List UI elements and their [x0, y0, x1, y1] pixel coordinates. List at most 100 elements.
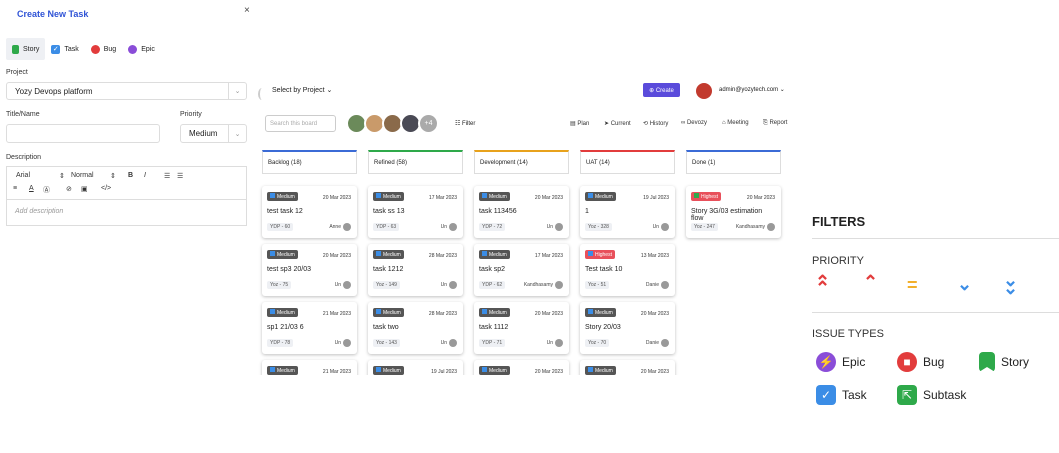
plan-link[interactable]: ▤ Plan — [570, 120, 589, 127]
due-date: 17 Mar 2023 — [428, 195, 457, 201]
task-card[interactable]: Highest 13 Mar 2023 Test task 10 Yoz - 51 Da… — [580, 244, 675, 296]
filter-bug[interactable]: ■ Bug — [897, 352, 944, 372]
task-key: YDP - 62 — [479, 281, 506, 289]
project-select[interactable]: Yozy Devops platform ⌄ — [6, 82, 247, 100]
task-icon — [588, 251, 593, 256]
avatar — [555, 281, 563, 289]
task-card[interactable]: Medium 20 Mar 2023 — [580, 360, 675, 375]
assignee-name: Anne — [329, 224, 341, 230]
link-icon[interactable]: ⊘ — [66, 185, 72, 193]
close-icon[interactable]: × — [244, 5, 250, 16]
task-key: YDP - 78 — [267, 339, 294, 347]
assignee: Kandhasamy — [736, 223, 775, 231]
divider — [812, 238, 1059, 239]
tab-epic[interactable]: Epic — [122, 38, 161, 60]
filter-subtask[interactable]: ⇱ Subtask — [897, 385, 966, 405]
description-editor[interactable]: Arial ⇕ Normal ⇕ B I ☰ ☰ ≡ A Ⓐ ⊘ ▣ </> A… — [6, 166, 247, 226]
board-column: Refined (58) — [368, 150, 463, 174]
badge-label: Medium — [595, 310, 613, 316]
task-card[interactable]: Medium 21 Mar 2023 — [262, 360, 357, 375]
task-card[interactable]: Medium 20 Mar 2023 test sp3 20/03 Yoz - 75 U… — [262, 244, 357, 296]
priority-badge: Highest — [691, 192, 721, 201]
task-card[interactable]: Medium 17 Mar 2023 task sp2 YDP - 62 Kandhas… — [474, 244, 569, 296]
code-icon[interactable]: </> — [101, 185, 111, 192]
task-card[interactable]: Medium 20 Mar 2023 task 1112 YDP - 71 Un — [474, 302, 569, 354]
task-title: task 1112 — [479, 324, 509, 331]
tab-story[interactable]: Story — [6, 38, 46, 60]
more-avatars[interactable]: +4 — [418, 113, 439, 134]
task-card[interactable]: Medium 20 Mar 2023 task 113456 YDP - 72 Un — [474, 186, 569, 238]
text-color-icon[interactable]: A — [29, 185, 34, 192]
kanban-board: Select by Project ⌄ ⊕ Create admin@yozyt… — [258, 0, 805, 375]
column-header: UAT (14) — [580, 150, 675, 174]
assignee-name: Un — [546, 224, 553, 230]
filter-button[interactable]: ☷ Filter — [455, 120, 475, 127]
task-card[interactable]: Medium 28 Mar 2023 task two Yoz - 143 Un — [368, 302, 463, 354]
devozy-link[interactable]: ∞ Devozy — [681, 120, 707, 126]
priority-badge: Medium — [267, 192, 298, 201]
task-card[interactable]: Medium 20 Mar 2023 test task 12 YDP - 60 Ann… — [262, 186, 357, 238]
ordered-list-icon[interactable]: ☰ — [164, 172, 170, 180]
task-key: YDP - 63 — [373, 223, 400, 231]
medium-icon[interactable]: = — [907, 275, 918, 296]
user-menu[interactable]: admin@yozytech.com ⌄ — [719, 86, 785, 93]
task-key: Yoz - 328 — [585, 223, 612, 231]
task-title: Story 20/03 — [585, 324, 621, 331]
assignee-name: Un — [440, 282, 447, 288]
title-input[interactable] — [6, 124, 160, 143]
high-icon[interactable]: ⌃ — [863, 272, 878, 293]
task-card[interactable]: Medium 21 Mar 2023 sp1 21/03 6 YDP - 78 Un — [262, 302, 357, 354]
task-title: task two — [373, 324, 399, 331]
avatar[interactable] — [696, 83, 712, 99]
task-card[interactable]: Medium 28 Mar 2023 task 1212 Yoz - 149 Un — [368, 244, 463, 296]
report-link[interactable]: ⎘ Report — [763, 120, 787, 127]
avatar — [661, 339, 669, 347]
search-input[interactable]: Search this board — [265, 115, 336, 132]
current-link[interactable]: ➤ Current — [604, 120, 631, 127]
priority-badge: Medium — [479, 366, 510, 375]
meeting-link[interactable]: ⌂ Meeting — [722, 120, 749, 126]
task-title: test sp3 20/03 — [267, 266, 311, 273]
history-link[interactable]: ⟲ History — [643, 120, 668, 127]
select-project-dropdown[interactable]: Select by Project ⌄ — [272, 86, 332, 94]
tab-task[interactable]: ✓ Task — [45, 38, 84, 60]
column-header: Refined (58) — [368, 150, 463, 174]
italic-icon[interactable]: I — [144, 172, 146, 179]
tab-bug[interactable]: Bug — [85, 38, 122, 60]
task-card[interactable]: Medium 20 Mar 2023 — [474, 360, 569, 375]
size-select[interactable]: Normal — [71, 172, 94, 179]
image-icon[interactable]: ▣ — [81, 185, 88, 193]
board-column: Backlog (18) — [262, 150, 357, 174]
assignee-name: Kandhasamy — [523, 282, 553, 288]
font-select[interactable]: Arial — [16, 172, 30, 179]
task-card[interactable]: Medium 19 Jul 2023 — [368, 360, 463, 375]
assignee-name: Kandhasamy — [735, 224, 765, 230]
bug-icon: ■ — [897, 352, 917, 372]
task-card[interactable]: Highest 20 Mar 2023 Story 3G/03 estimation… — [686, 186, 781, 238]
priority-badge: Medium — [479, 308, 510, 317]
due-date: 20 Mar 2023 — [640, 311, 669, 317]
issue-types-title: ISSUE TYPES — [812, 328, 884, 340]
project-label: Project — [6, 69, 28, 76]
create-button[interactable]: ⊕ Create — [643, 83, 680, 97]
bullet-list-icon[interactable]: ☰ — [177, 172, 183, 180]
filter-epic[interactable]: ⚡ Epic — [816, 352, 865, 372]
task-icon — [588, 193, 593, 198]
bold-icon[interactable]: B — [128, 172, 133, 179]
task-card[interactable]: Medium 20 Mar 2023 Story 20/03 Yoz - 70 Dani… — [580, 302, 675, 354]
priority-badge: Highest — [585, 250, 615, 259]
task-icon — [482, 251, 487, 256]
badge-label: Medium — [277, 194, 295, 200]
priority-select[interactable]: Medium ⌄ — [180, 124, 247, 143]
filter-task[interactable]: ✓ Task — [816, 385, 867, 405]
task-card[interactable]: Medium 19 Jul 2023 1 Yoz - 328 Un — [580, 186, 675, 238]
check-icon: ✓ — [51, 44, 61, 54]
align-icon[interactable]: ≡ — [13, 185, 17, 192]
badge-label: Medium — [277, 368, 295, 374]
column-header: Development (14) — [474, 150, 569, 174]
task-card[interactable]: Medium 17 Mar 2023 task ss 13 YDP - 63 Un — [368, 186, 463, 238]
due-date: 20 Mar 2023 — [322, 195, 351, 201]
low-icon[interactable]: ⌄ — [957, 274, 972, 295]
filter-story[interactable]: Story — [979, 352, 1029, 372]
highlight-icon[interactable]: Ⓐ — [43, 185, 50, 195]
